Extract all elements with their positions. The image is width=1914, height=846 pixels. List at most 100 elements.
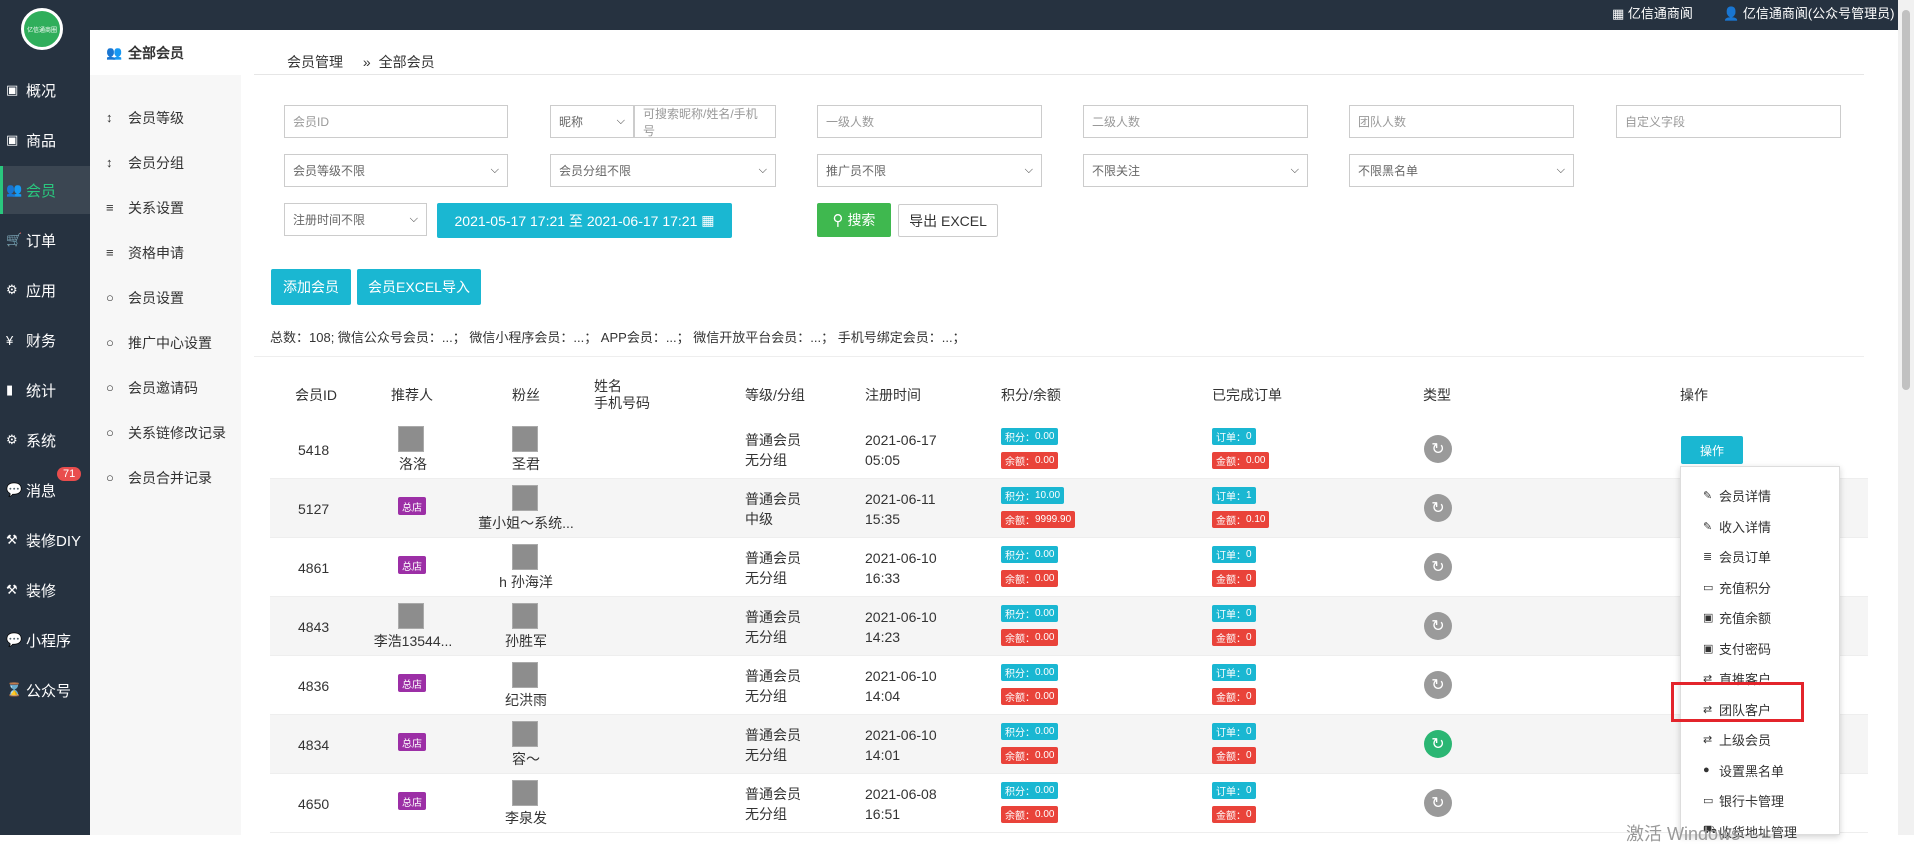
shop-switch[interactable]: ▦ 亿信通商阆	[1612, 3, 1693, 22]
nav-item-2[interactable]: 👥 会员	[0, 166, 90, 214]
follow-select-value: 不限关注	[1092, 164, 1141, 178]
breadcrumb-parent[interactable]: 会员管理	[287, 54, 343, 70]
nav-item-3[interactable]: 🛒 订单	[0, 216, 90, 264]
chevron-down-icon: ⌵	[1024, 164, 1033, 176]
nav-item-9[interactable]: ⚒ 装修DIY	[0, 516, 90, 564]
date-range-picker[interactable]: 2021-05-17 17:21 至 2021-06-17 17:21 ▦	[437, 203, 732, 238]
col-header-id: 会员ID	[295, 387, 337, 403]
menu-item-10[interactable]: ▭ 银行卡管理	[1703, 791, 1784, 810]
menu-item-8[interactable]: ⇄ 上级会员	[1703, 730, 1771, 749]
points-pill-value: 0.00	[1035, 667, 1055, 678]
member-id: 4843	[298, 619, 330, 635]
head-store-badge: 总店	[398, 733, 426, 751]
subnav-item-0[interactable]: 👥 全部会员	[90, 30, 241, 75]
points-pill-label: 积分：	[1005, 551, 1035, 562]
row-action-button[interactable]: 操作	[1681, 436, 1743, 464]
breadcrumb-current: 全部会员	[378, 54, 435, 70]
import-excel-button[interactable]: 会员EXCEL导入	[357, 269, 481, 305]
nickname-search-input[interactable]: 可搜索昵称/姓名/手机号	[634, 105, 776, 138]
search-button[interactable]: ⚲ 搜索	[817, 203, 891, 237]
amount-pill: 金额： 0.00	[1212, 452, 1270, 469]
export-excel-button[interactable]: 导出 EXCEL	[898, 204, 998, 237]
member-group: 中级	[745, 511, 773, 527]
level1-count-input[interactable]: 一级人数	[817, 105, 1042, 138]
team-count-input[interactable]: 团队人数	[1349, 105, 1574, 138]
level-select[interactable]: 会员等级不限 ⌵	[284, 154, 508, 187]
follow-select[interactable]: 不限关注 ⌵	[1083, 154, 1308, 187]
subnav-label: 全部会员	[128, 44, 184, 61]
nav-item-7[interactable]: ⚙ 系统	[0, 416, 90, 464]
user-menu[interactable]: 👤 亿信通商阆(公众号管理员)	[1723, 3, 1894, 22]
subnav-item-7[interactable]: ○ 会员邀请码	[90, 365, 241, 410]
balance-pill-value: 0.00	[1035, 455, 1055, 466]
member-id: 4861	[298, 560, 330, 576]
balance-pill-value: 0.00	[1035, 691, 1055, 702]
promoter-select-value: 推广员不限	[826, 164, 887, 178]
fan-avatar[interactable]	[512, 544, 538, 570]
divider	[254, 74, 1864, 75]
fan-avatar[interactable]	[512, 780, 538, 806]
group-select-value: 会员分组不限	[559, 164, 632, 178]
nav-icon: ⚒	[6, 582, 18, 597]
member-id-input[interactable]: 会员ID	[284, 105, 508, 138]
blacklist-select[interactable]: 不限黑名单 ⌵	[1349, 154, 1574, 187]
nav-item-6[interactable]: ▮ 统计	[0, 366, 90, 414]
subnav-item-5[interactable]: ○ 会员设置	[90, 275, 241, 320]
nav-item-5[interactable]: ¥ 财务	[0, 316, 90, 364]
menu-item-9[interactable]: ● 设置黑名单	[1703, 761, 1784, 780]
nav-item-10[interactable]: ⚒ 装修	[0, 566, 90, 614]
nav-item-0[interactable]: ▣ 概况	[0, 66, 90, 114]
vertical-scrollbar[interactable]	[1898, 0, 1914, 835]
menu-item-2[interactable]: ≣ 会员订单	[1703, 547, 1771, 566]
custom-field-input[interactable]: 自定义字段	[1616, 105, 1841, 138]
subnav-item-1[interactable]: ↕ 会员等级	[90, 95, 241, 140]
menu-item-label: 充值余额	[1719, 611, 1772, 626]
nav-item-4[interactable]: ⚙ 应用	[0, 266, 90, 314]
fan-avatar[interactable]	[512, 662, 538, 688]
nav-icon: ⌛	[6, 682, 23, 697]
promoter-select[interactable]: 推广员不限 ⌵	[817, 154, 1042, 187]
points-pill-label: 积分：	[1005, 669, 1035, 680]
scrollbar-thumb[interactable]	[1902, 10, 1910, 390]
member-id: 4836	[298, 678, 330, 694]
menu-item-0[interactable]: ✎ 会员详情	[1703, 486, 1771, 505]
menu-item-5[interactable]: ▣ 支付密码	[1703, 639, 1771, 658]
subnav-item-4[interactable]: ≡ 资格申请	[90, 230, 241, 275]
col-header-actions: 操作	[1680, 387, 1708, 403]
breadcrumb-separator: »	[362, 54, 371, 70]
subnav-item-3[interactable]: ≡ 关系设置	[90, 185, 241, 230]
level2-count-input[interactable]: 二级人数	[1083, 105, 1308, 138]
brand-logo[interactable]: 亿信通商圈	[21, 8, 63, 50]
fan-avatar[interactable]	[512, 426, 538, 452]
menu-item-4[interactable]: ▣ 充值余额	[1703, 608, 1771, 627]
nav-label: 订单	[26, 232, 57, 250]
fan-avatar[interactable]	[512, 485, 538, 511]
subnav-label: 关系设置	[128, 199, 184, 216]
fan-avatar[interactable]	[512, 603, 538, 629]
amount-pill: 金额： 0.10	[1212, 511, 1270, 528]
subnav-item-9[interactable]: ○ 会员合并记录	[90, 455, 241, 500]
fan-avatar[interactable]	[512, 721, 538, 747]
reg-date: 2021-06-10	[865, 727, 937, 743]
subnav-item-2[interactable]: ↕ 会员分组	[90, 140, 241, 185]
orders-pill-label: 订单：	[1216, 551, 1246, 562]
reg-time-select[interactable]: 注册时间不限 ⌵	[284, 203, 427, 236]
nickname-select[interactable]: 昵称 ⌵	[550, 105, 634, 138]
balance-pill-label: 余额：	[1005, 811, 1035, 822]
nav-item-1[interactable]: ▣ 商品	[0, 116, 90, 164]
amount-pill-value: 0	[1246, 809, 1252, 820]
subnav-item-8[interactable]: ○ 关系链修改记录	[90, 410, 241, 455]
group-select[interactable]: 会员分组不限 ⌵	[550, 154, 776, 187]
subnav-item-6[interactable]: ○ 推广中心设置	[90, 320, 241, 365]
menu-item-3[interactable]: ▭ 充值积分	[1703, 578, 1771, 597]
nav-item-12[interactable]: ⌛ 公众号	[0, 666, 90, 714]
nav-item-11[interactable]: 💬 小程序	[0, 616, 90, 664]
referrer-avatar[interactable]	[398, 426, 424, 452]
add-member-button[interactable]: 添加会员	[271, 269, 351, 305]
balance-pill-value: 0.00	[1035, 809, 1055, 820]
menu-item-1[interactable]: ✎ 收入详情	[1703, 517, 1771, 536]
nav-icon: ▣	[6, 82, 19, 97]
referrer-avatar[interactable]	[398, 603, 424, 629]
amount-pill-value: 0	[1246, 573, 1252, 584]
top-bar: ▦ 亿信通商阆 👤 亿信通商阆(公众号管理员)	[0, 0, 1914, 30]
